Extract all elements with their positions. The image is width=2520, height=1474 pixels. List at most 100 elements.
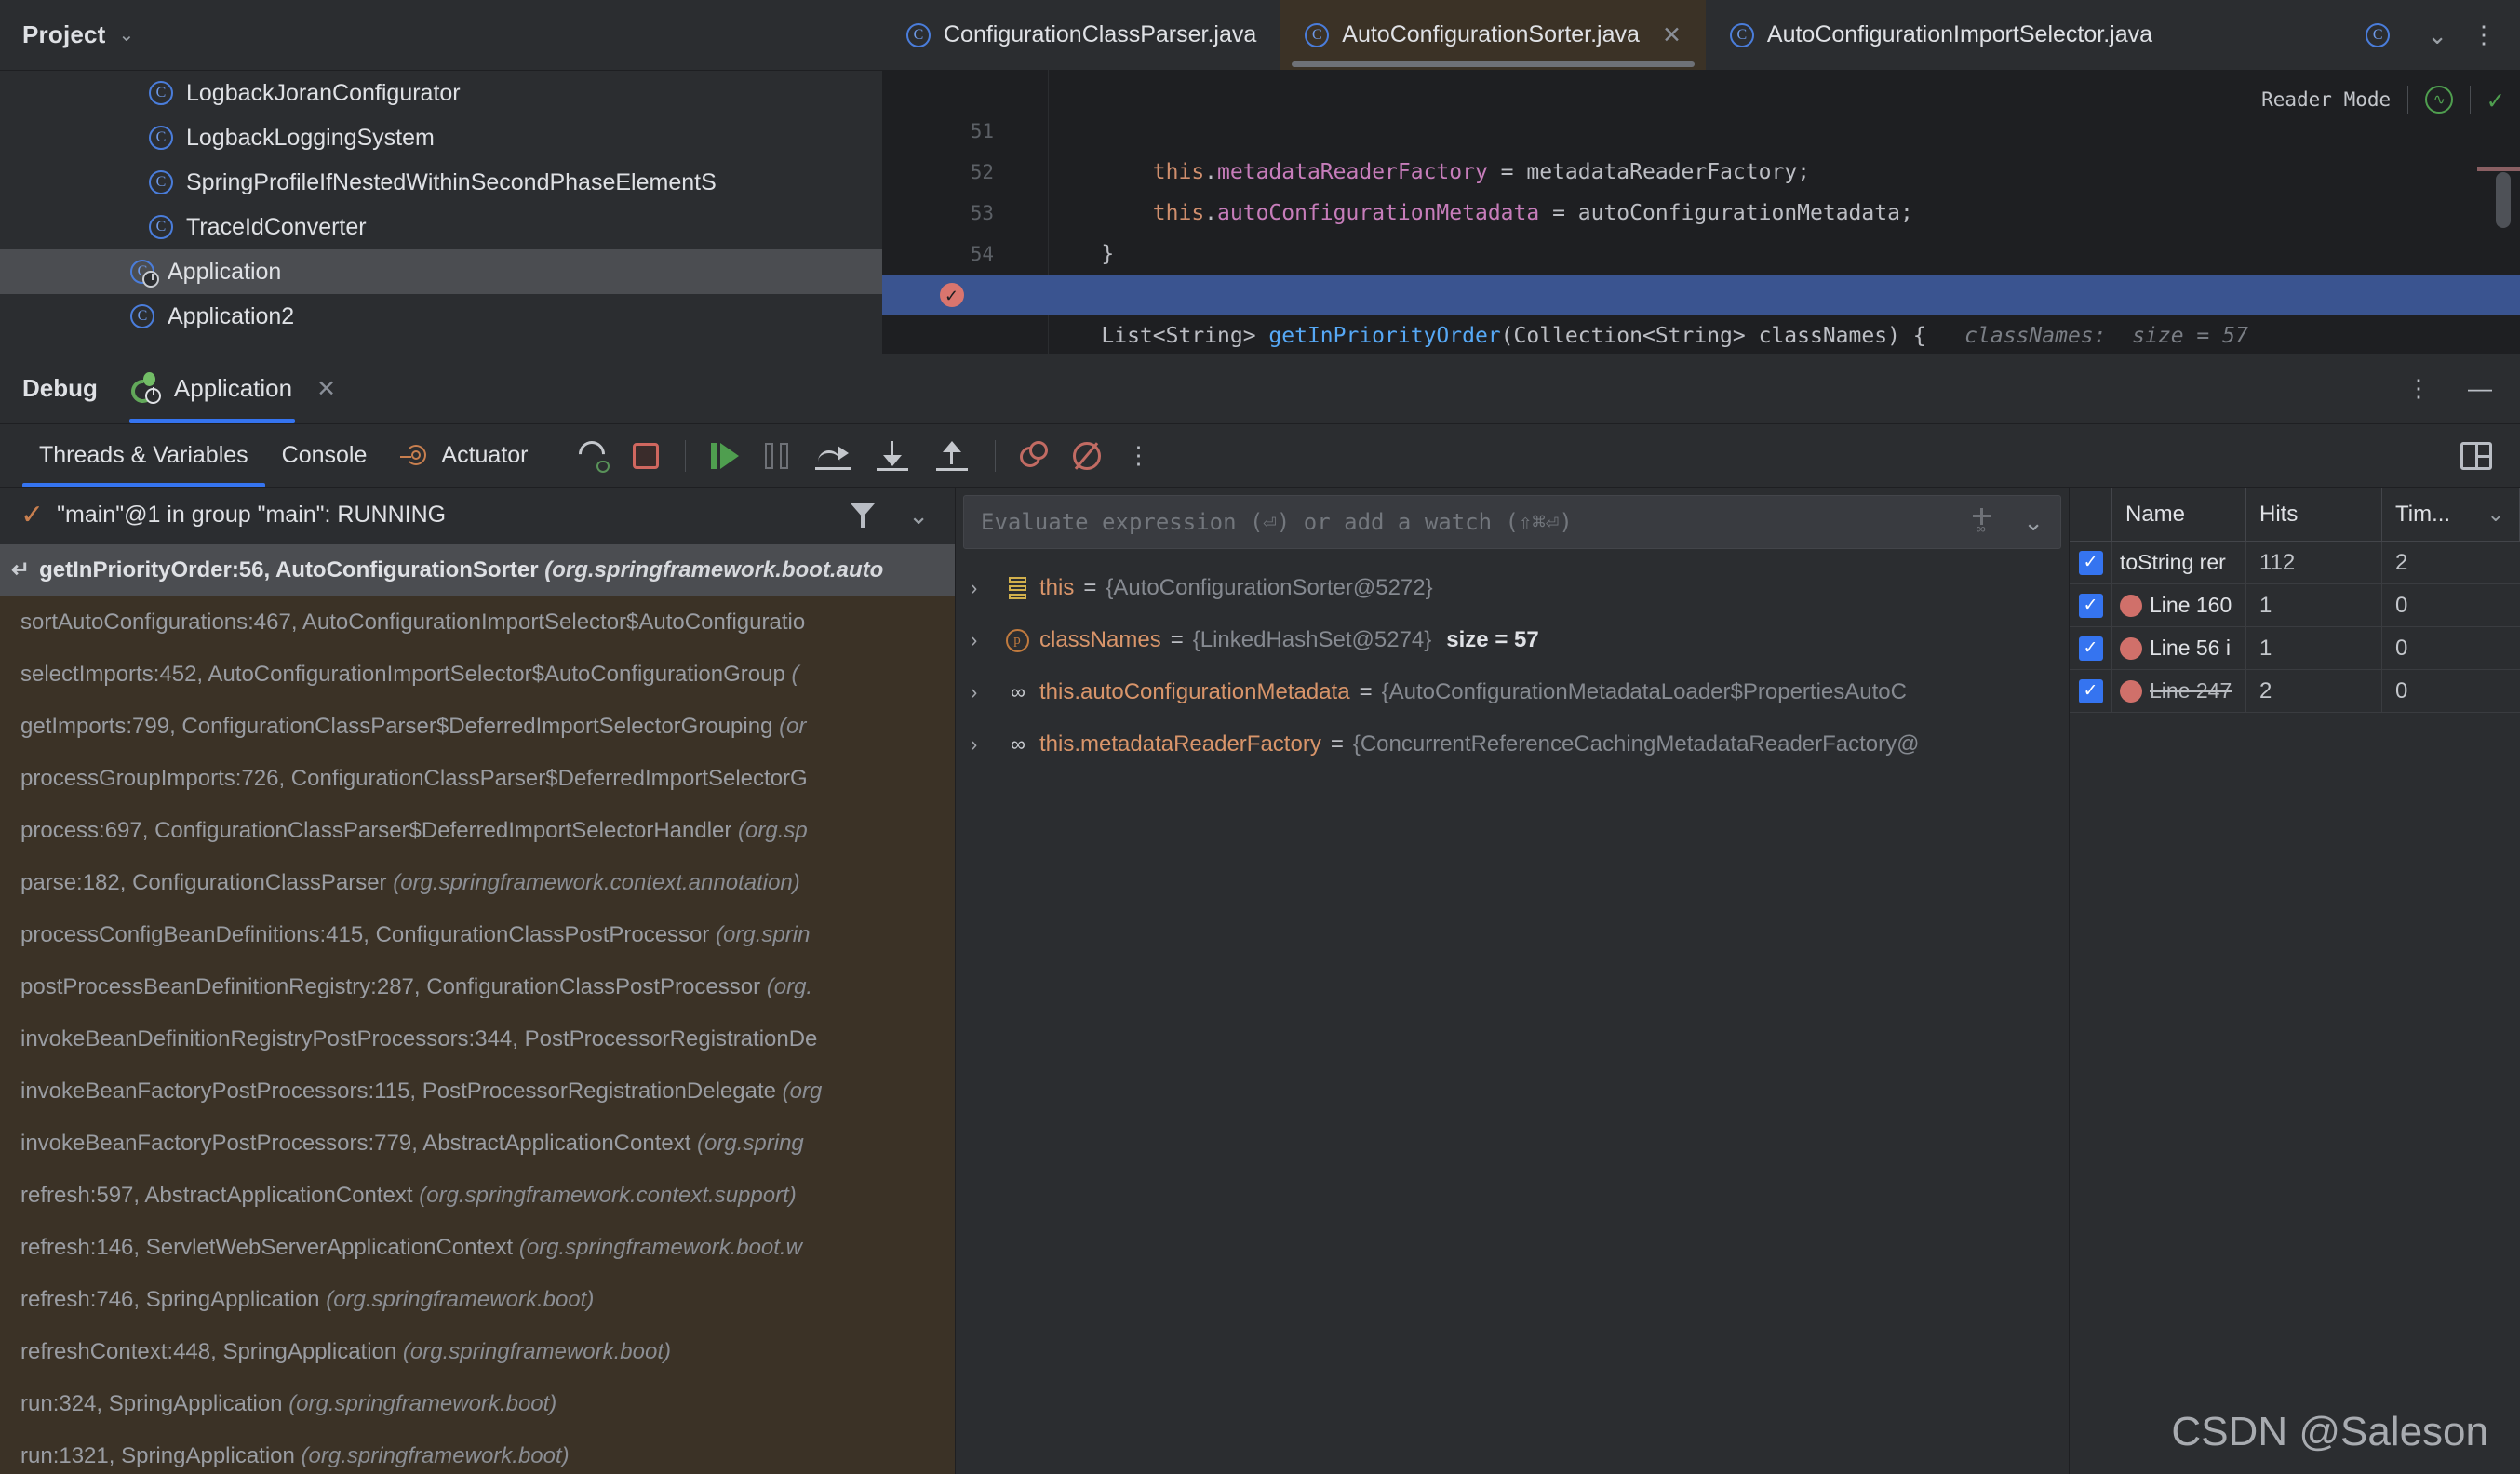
- stack-frame-row[interactable]: invokeBeanFactoryPostProcessors:115, Pos…: [0, 1065, 955, 1118]
- expand-arrow-icon[interactable]: ›: [971, 628, 1002, 652]
- stack-frame-row[interactable]: run:1321, SpringApplication (org.springf…: [0, 1430, 955, 1474]
- debug-session-tab-application[interactable]: Application ✕: [126, 354, 336, 423]
- code-editor[interactable]: 51 this.metadataReaderFactory = metadata…: [882, 70, 2520, 354]
- no-breakpoint-icon: [1072, 441, 1101, 470]
- column-header-name[interactable]: Name: [2112, 488, 2246, 541]
- close-icon[interactable]: ✕: [316, 375, 336, 403]
- step-into-button[interactable]: [863, 430, 922, 482]
- tree-item[interactable]: C TraceIdConverter: [0, 205, 882, 249]
- variable-name: this.metadataReaderFactory: [1039, 731, 1321, 757]
- rerun-debug-button[interactable]: [568, 430, 620, 482]
- editor-tab-configurationclassparser[interactable]: C ConfigurationClassParser.java: [882, 0, 1280, 70]
- error-stripe-marker[interactable]: [2477, 167, 2520, 171]
- table-row[interactable]: ✓ Line 160 1 0: [2070, 584, 2520, 627]
- expand-arrow-icon[interactable]: ›: [971, 680, 1002, 704]
- table-row[interactable]: ✓ Line 56 i 1 0: [2070, 627, 2520, 670]
- tree-item[interactable]: C Application2: [0, 294, 882, 339]
- resume-program-button[interactable]: [699, 430, 751, 482]
- stack-frame-row[interactable]: invokeBeanFactoryPostProcessors:779, Abs…: [0, 1118, 955, 1170]
- variables-list[interactable]: › this = {AutoConfigurationSorter@5272} …: [956, 562, 2070, 770]
- tree-item[interactable]: C LogbackJoranConfigurator: [0, 71, 882, 115]
- class-icon: C: [149, 170, 173, 194]
- column-header-time[interactable]: Tim... ⌄: [2382, 488, 2520, 541]
- tree-item[interactable]: C SpringProfileIfNestedWithinSecondPhase…: [0, 160, 882, 205]
- stack-frame-row[interactable]: selectImports:452, AutoConfigurationImpo…: [0, 649, 955, 701]
- inspection-widget-icon[interactable]: ∿: [2425, 86, 2454, 114]
- expand-arrow-icon[interactable]: ›: [971, 576, 1002, 600]
- filter-icon[interactable]: [851, 502, 876, 528]
- kebab-menu-icon[interactable]: ⋮: [2472, 22, 2496, 47]
- variable-row[interactable]: › ∞ this.autoConfigurationMetadata = {Au…: [956, 666, 2070, 718]
- stack-frame-row[interactable]: invokeBeanDefinitionRegistryPostProcesso…: [0, 1013, 955, 1065]
- editor-tab-autoconfigurationimportselector[interactable]: C AutoConfigurationImportSelector.java: [1706, 0, 2177, 70]
- stack-frame-row[interactable]: refresh:746, SpringApplication (org.spri…: [0, 1274, 955, 1326]
- expand-arrow-icon[interactable]: ›: [971, 732, 1002, 757]
- editor-scrollbar-thumb[interactable]: [2496, 172, 2511, 228]
- thread-label: "main"@1 in group "main": RUNNING: [57, 502, 447, 528]
- step-over-button[interactable]: [803, 430, 863, 482]
- stack-frame-row[interactable]: processConfigBeanDefinitions:415, Config…: [0, 909, 955, 961]
- breakpoint-verified-icon[interactable]: [940, 275, 964, 316]
- stack-frame-row[interactable]: postProcessBeanDefinitionRegistry:287, C…: [0, 961, 955, 1013]
- variable-equals: =: [1330, 731, 1344, 757]
- chevron-down-icon[interactable]: ⌄: [2427, 23, 2447, 47]
- stack-frames-list[interactable]: ↵ getInPriorityOrder:56, AutoConfiguratio…: [0, 544, 955, 1474]
- stack-frame-method: refresh:746, SpringApplication: [20, 1287, 327, 1312]
- project-panel-header[interactable]: Project ⌄: [0, 0, 882, 70]
- debug-header-actions: ⋮ —: [2406, 374, 2520, 403]
- project-tree[interactable]: C LogbackJoranConfigurator C LogbackLogg…: [0, 70, 882, 354]
- breakpoint-enabled-checkbox[interactable]: ✓: [2070, 584, 2112, 626]
- thread-selector[interactable]: ✓ "main"@1 in group "main": RUNNING ⌄: [0, 488, 955, 543]
- mute-breakpoints-button[interactable]: [1009, 430, 1061, 482]
- table-row[interactable]: ✓ Line 247 2 0: [2070, 670, 2520, 713]
- chevron-down-icon[interactable]: ⌄: [119, 26, 135, 45]
- variable-row[interactable]: › p classNames = {LinkedHashSet@5274} si…: [956, 614, 2070, 666]
- tab-actuator[interactable]: Actuator: [383, 442, 544, 470]
- stack-frame-row[interactable]: process:697, ConfigurationClassParser$De…: [0, 805, 955, 857]
- stack-frame-row[interactable]: refreshContext:448, SpringApplication (o…: [0, 1326, 955, 1378]
- tab-console[interactable]: Console: [265, 424, 384, 488]
- add-watch-icon[interactable]: ∞: [1969, 508, 1995, 536]
- layout-settings-icon[interactable]: [2460, 441, 2492, 470]
- kebab-menu-icon[interactable]: ⋮: [2406, 376, 2431, 401]
- reader-mode-widget[interactable]: Reader Mode ∿ ✓: [2261, 79, 2503, 120]
- tree-item-application[interactable]: C Application: [0, 249, 882, 294]
- step-out-button[interactable]: [922, 430, 982, 482]
- stack-frame-row[interactable]: processGroupImports:726, ConfigurationCl…: [0, 753, 955, 805]
- stack-frame-row[interactable]: refresh:597, AbstractApplicationContext …: [0, 1170, 955, 1222]
- breakpoint-dot-icon: [2120, 594, 2142, 617]
- checkmark-icon[interactable]: ✓: [2487, 85, 2503, 115]
- breakpoint-enabled-checkbox[interactable]: ✓: [2070, 670, 2112, 712]
- stack-frame-row[interactable]: refresh:146, ServletWebServerApplication…: [0, 1222, 955, 1274]
- chevron-down-icon[interactable]: ⌄: [908, 503, 929, 528]
- class-icon[interactable]: C: [2366, 22, 2391, 47]
- class-icon: C: [130, 304, 154, 328]
- variable-row[interactable]: › ∞ this.metadataReaderFactory = {Concur…: [956, 718, 2070, 770]
- chevron-down-icon[interactable]: ⌄: [2023, 510, 2044, 534]
- minimize-icon[interactable]: —: [2468, 374, 2492, 403]
- stack-frame-row[interactable]: sortAutoConfigurations:467, AutoConfigur…: [0, 596, 955, 649]
- variable-row[interactable]: › this = {AutoConfigurationSorter@5272}: [956, 562, 2070, 614]
- stop-icon: [632, 442, 659, 469]
- stack-frame-row[interactable]: parse:182, ConfigurationClassParser (org…: [0, 857, 955, 909]
- stack-frame-row[interactable]: getImports:799, ConfigurationClassParser…: [0, 701, 955, 753]
- column-header-hits[interactable]: Hits: [2246, 488, 2382, 541]
- stop-button[interactable]: [620, 430, 672, 482]
- stack-frame-row-current[interactable]: ↵ getInPriorityOrder:56, AutoConfiguratio…: [0, 544, 955, 596]
- debug-more-button[interactable]: ⋮: [1113, 430, 1165, 482]
- stack-frame-package: (org.springframework.boot.w: [518, 1235, 802, 1260]
- tab-threads-and-variables[interactable]: Threads & Variables: [22, 424, 265, 488]
- breakpoint-enabled-checkbox[interactable]: ✓: [2070, 627, 2112, 669]
- pause-program-button[interactable]: [751, 430, 803, 482]
- view-breakpoints-button[interactable]: [1061, 430, 1113, 482]
- breakpoint-hits: 1: [2246, 584, 2382, 626]
- breakpoint-enabled-checkbox[interactable]: ✓: [2070, 542, 2112, 583]
- tree-item[interactable]: C LogbackLoggingSystem: [0, 115, 882, 160]
- evaluate-expression-input[interactable]: Evaluate expression (⏎) or add a watch (…: [963, 495, 2061, 549]
- table-row[interactable]: ✓ toString rer 112 2: [2070, 542, 2520, 584]
- stack-frame-row[interactable]: run:324, SpringApplication (org.springfr…: [0, 1378, 955, 1430]
- breakpoint-name-cell: Line 160: [2112, 584, 2246, 626]
- editor-tab-autoconfigurationsorter[interactable]: C AutoConfigurationSorter.java ✕: [1280, 0, 1706, 70]
- close-icon[interactable]: ✕: [1662, 21, 1682, 49]
- chevron-down-icon[interactable]: ⌄: [2487, 503, 2504, 525]
